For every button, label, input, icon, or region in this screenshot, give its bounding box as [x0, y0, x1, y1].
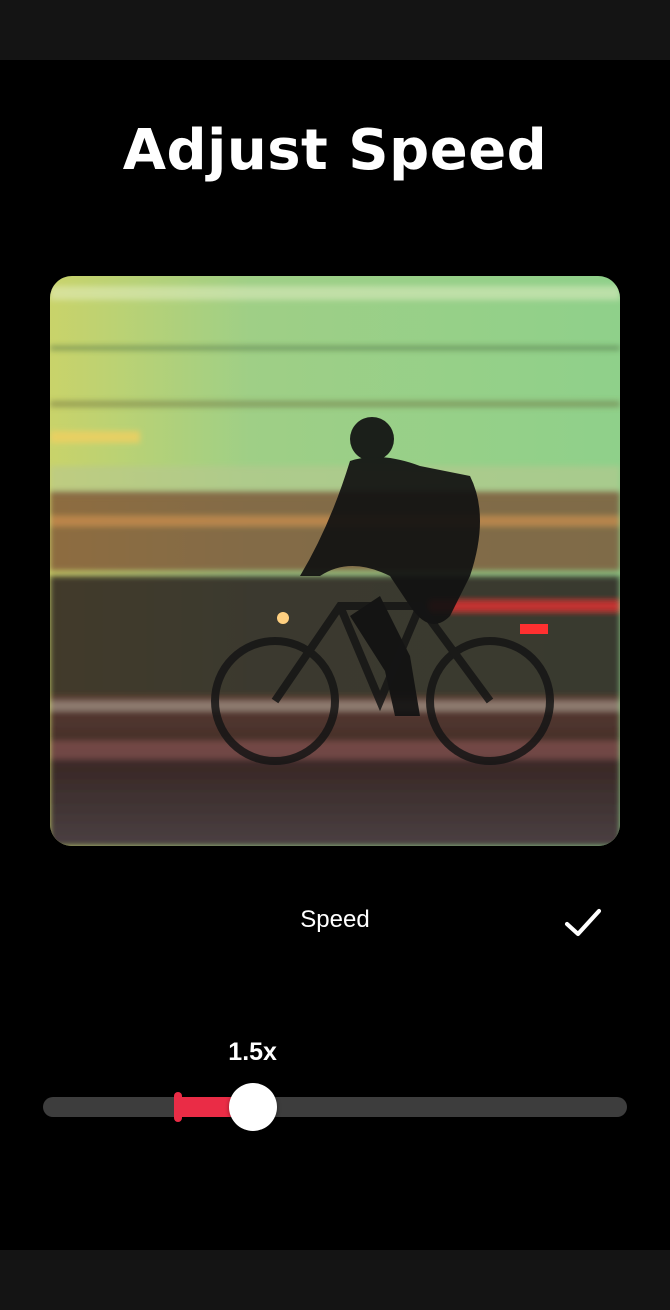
status-bar [0, 0, 670, 60]
video-preview[interactable] [50, 276, 620, 846]
slider-origin-tick [173, 1092, 182, 1122]
video-preview-image [50, 276, 620, 846]
speed-value-label: 1.5x [228, 1038, 277, 1066]
speed-slider[interactable] [43, 1083, 627, 1131]
slider-thumb[interactable] [228, 1083, 277, 1131]
slider-track [43, 1097, 627, 1117]
confirm-button[interactable] [562, 902, 604, 944]
checkmark-icon [564, 908, 602, 937]
page-title: Adjust Speed [122, 118, 548, 183]
home-indicator-bar [0, 1250, 670, 1310]
